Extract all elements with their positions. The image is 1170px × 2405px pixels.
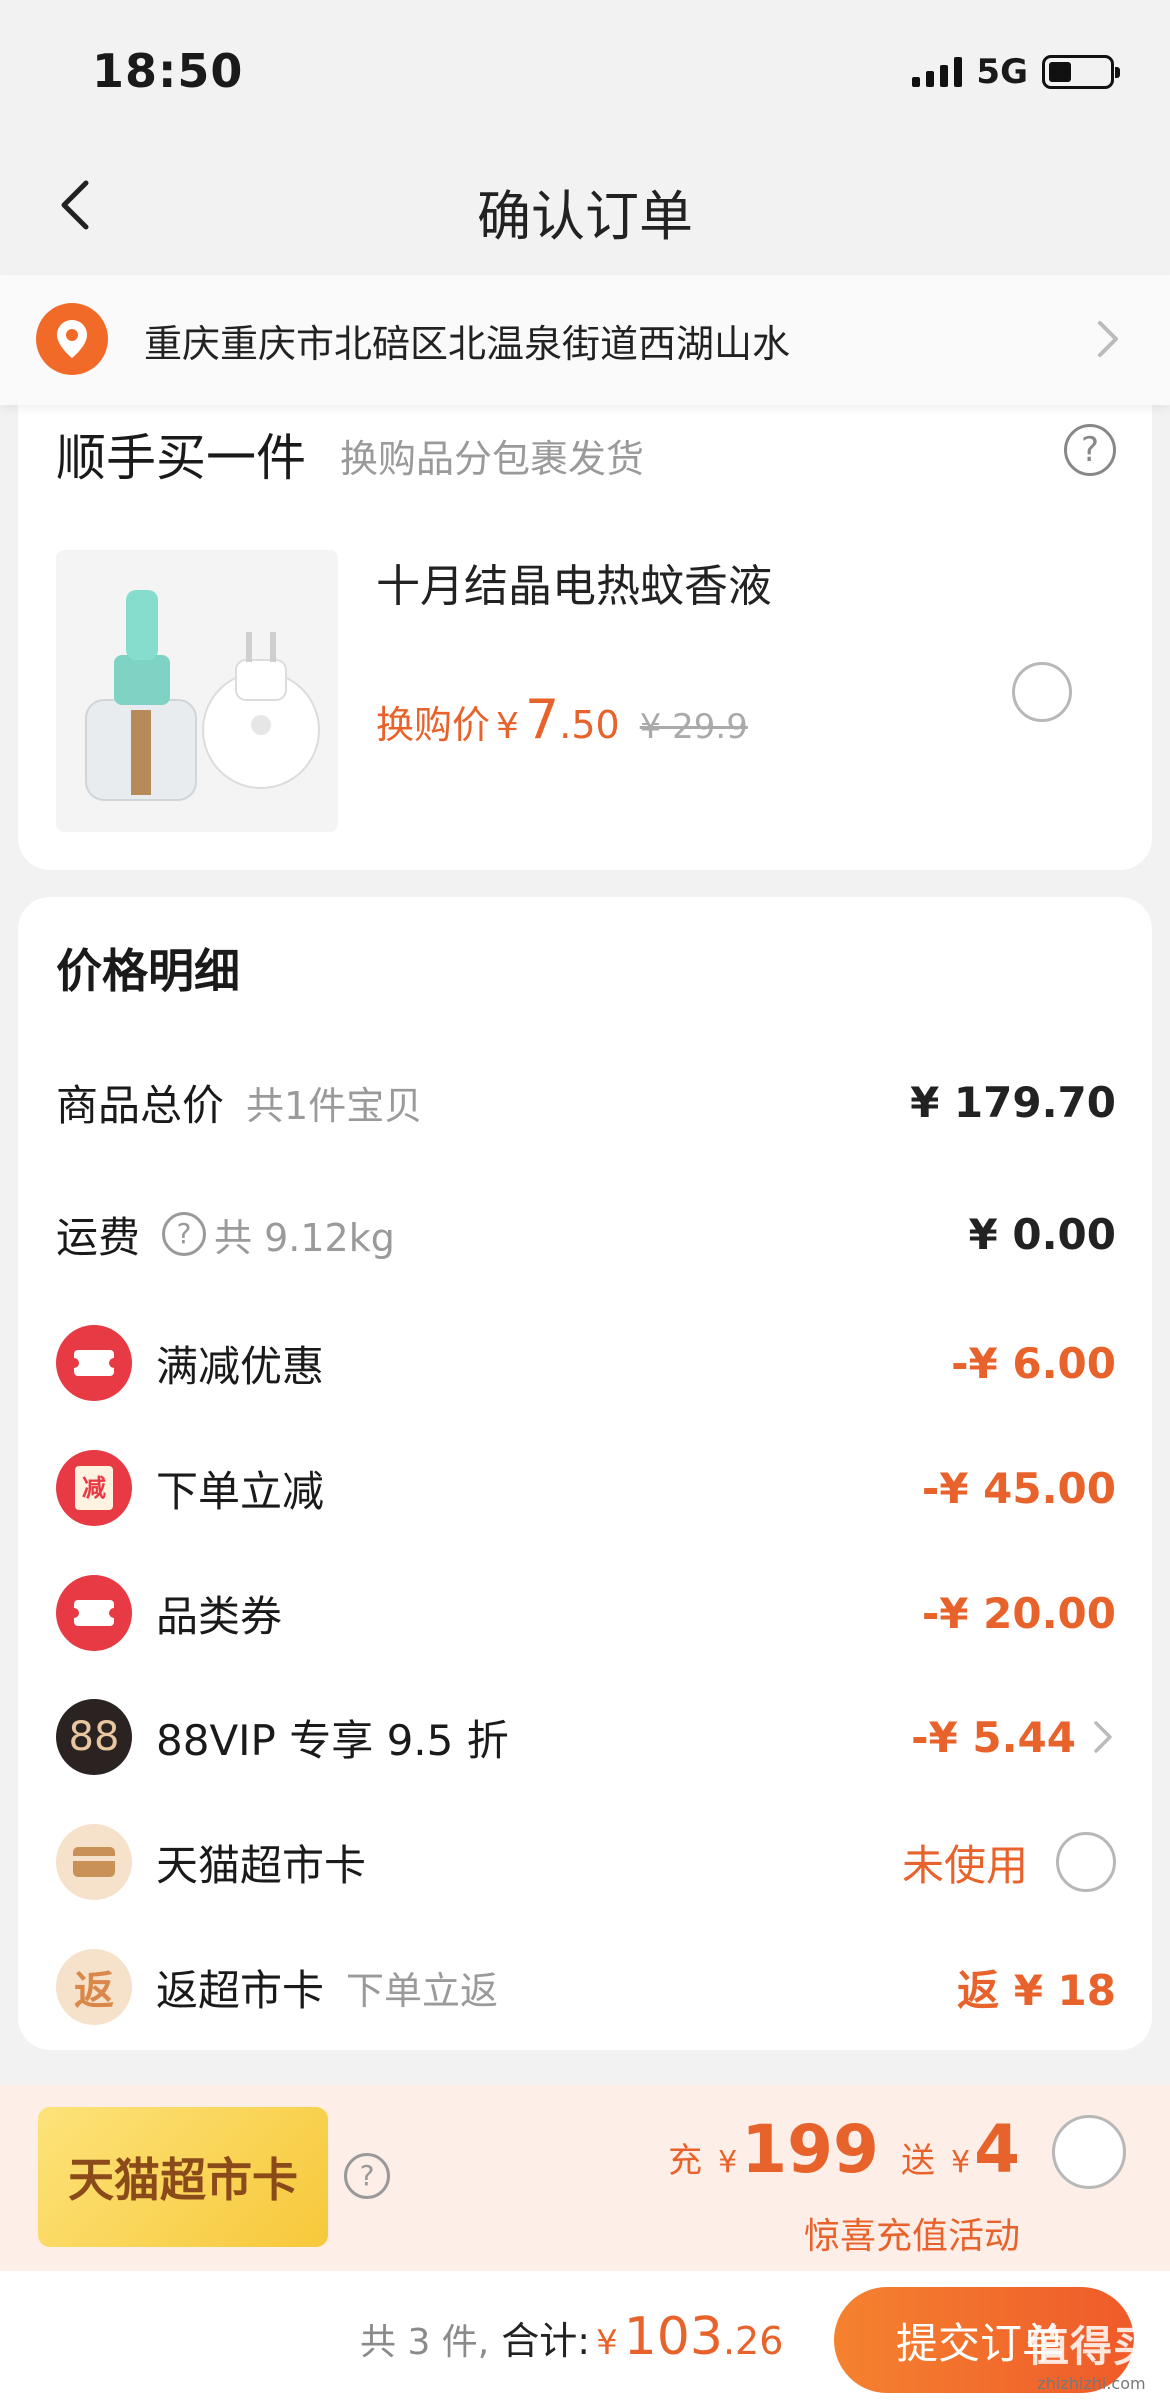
shipping-value: ¥ 0.00	[968, 1209, 1116, 1259]
price-label: 换购价	[376, 703, 491, 747]
checkout-bar: 共 3 件, 合计: ¥ 103 .26 提交订单 值得买 zhizhizhi.…	[0, 2271, 1170, 2405]
price-decimal: .50	[559, 703, 620, 747]
vip-88-icon: 88	[56, 1699, 132, 1775]
tmall-card-status: 未使用	[901, 1840, 1028, 1890]
cashback-row: 返 返超市卡 下单立返 返 ¥ 18	[56, 1947, 1116, 2027]
shipping-row: 运费 ? 共 9.12kg ¥ 0.00	[56, 1194, 1116, 1274]
help-icon[interactable]: ?	[1064, 424, 1116, 476]
product-name[interactable]: 十月结晶电热蚊香液	[376, 550, 772, 614]
goods-total-value: ¥ 179.70	[910, 1077, 1116, 1127]
battery-icon	[1042, 55, 1120, 89]
tmall-card-radio[interactable]	[1056, 1832, 1116, 1892]
category-coupon-value: -¥ 20.00	[921, 1588, 1116, 1638]
delivery-address: 重庆重庆市北碚区北温泉街道西湖山水	[144, 322, 791, 366]
chevron-right-icon	[1090, 317, 1126, 361]
addon-subtitle: 换购品分包裹发货	[340, 437, 645, 481]
addon-title: 顺手买一件	[56, 429, 306, 487]
location-pin-icon	[36, 303, 108, 375]
full-reduction-label: 满减优惠	[156, 1341, 325, 1391]
recharge-select-radio[interactable]	[1052, 2115, 1126, 2189]
tmall-card-badge: 天猫超市卡	[38, 2107, 328, 2247]
price-currency: ¥	[496, 706, 519, 747]
cashback-sub: 下单立返	[346, 1968, 499, 2013]
promo-help-icon[interactable]: ?	[344, 2153, 390, 2199]
tmall-card-label: 天猫超市卡	[156, 1840, 367, 1890]
section-title: 价格明细	[56, 944, 240, 998]
category-coupon-label: 品类券	[156, 1591, 283, 1641]
vip-discount-value: -¥ 5.44	[911, 1712, 1076, 1762]
gift-word: 送	[900, 2141, 935, 2181]
shipping-weight: 共 9.12kg	[214, 1215, 395, 1260]
order-discount-value: -¥ 45.00	[921, 1463, 1116, 1513]
coupon-ticket-icon	[56, 1575, 132, 1651]
shipping-help-icon[interactable]: ?	[162, 1212, 207, 1256]
total-currency: ¥	[596, 2323, 618, 2363]
goods-total-label: 商品总价	[56, 1080, 225, 1130]
recharge-promo-banner: 天猫超市卡 ? 充 ¥ 199 送 ¥ 4 惊喜充值活动	[0, 2085, 1170, 2271]
addon-purchase-card: 顺手买一件 换购品分包裹发货 ? 十月结晶电热蚊香液 换购价 ¥ 7 .50 ¥…	[18, 380, 1152, 870]
status-bar: 18:50 5G	[0, 0, 1170, 140]
total-decimal: .26	[722, 2319, 784, 2363]
total-label: 合计:	[501, 2319, 591, 2363]
recharge-offer: 充 ¥ 199 送 ¥ 4	[668, 2111, 1020, 2188]
tmall-card-row[interactable]: 天猫超市卡 未使用	[56, 1822, 1116, 1902]
order-discount-row: 减 下单立减 -¥ 45.00	[56, 1448, 1116, 1528]
recharge-word: 充	[668, 2141, 703, 2181]
cellular-signal-icon	[912, 57, 963, 87]
order-discount-label: 下单立减	[156, 1466, 325, 1516]
price-detail-card: 价格明细 商品总价 共1件宝贝 ¥ 179.70 运费 ? 共 9.12kg ¥…	[18, 897, 1152, 2050]
shipping-label: 运费	[56, 1212, 141, 1262]
vip-discount-row[interactable]: 88 88VIP 专享 9.5 折 -¥ 5.44	[56, 1697, 1116, 1777]
original-price: ¥ 29.9	[639, 707, 748, 747]
gift-card-icon	[56, 1824, 132, 1900]
goods-count: 共1件宝贝	[246, 1083, 423, 1128]
watermark-logo: 值得买	[1026, 2322, 1156, 2371]
cashback-icon: 返	[56, 1949, 132, 2025]
status-time: 18:50	[92, 44, 244, 98]
category-coupon-row[interactable]: 品类券 -¥ 20.00	[56, 1573, 1116, 1653]
recharge-amount: 199	[741, 2111, 879, 2188]
watermark: 值得买 zhizhizhi.com	[1027, 2313, 1156, 2393]
full-reduction-row: 满减优惠 -¥ 6.00	[56, 1323, 1116, 1403]
item-count: 共 3 件,	[360, 2322, 490, 2363]
vip-discount-label: 88VIP 专享 9.5 折	[156, 1715, 509, 1765]
coupon-ticket-icon	[56, 1325, 132, 1401]
gift-currency: ¥	[950, 2145, 971, 2180]
network-type: 5G	[976, 52, 1028, 92]
order-total: 共 3 件, 合计: ¥ 103 .26	[360, 2307, 783, 2367]
chevron-right-icon	[1090, 1719, 1116, 1755]
goods-total-row: 商品总价 共1件宝贝 ¥ 179.70	[56, 1062, 1116, 1142]
price-integer: 7	[524, 688, 560, 751]
cashback-value: 返 ¥ 18	[957, 1965, 1116, 2015]
status-indicators: 5G	[912, 52, 1120, 92]
watermark-url: zhizhizhi.com	[1037, 2374, 1146, 2393]
page-title: 确认订单	[477, 185, 693, 248]
gift-amount: 4	[974, 2111, 1020, 2188]
address-bar[interactable]: 重庆重庆市北碚区北温泉街道西湖山水	[0, 275, 1170, 405]
promo-subtitle: 惊喜充值活动	[803, 2216, 1020, 2257]
cashback-label: 返超市卡	[156, 1965, 325, 2015]
addon-select-radio[interactable]	[1012, 662, 1072, 722]
full-reduction-value: -¥ 6.00	[951, 1338, 1116, 1388]
addon-price: 换购价 ¥ 7 .50 ¥ 29.9	[376, 688, 748, 751]
product-image[interactable]	[56, 550, 338, 832]
total-integer: 103	[623, 2307, 723, 2367]
nav-bar: 确认订单	[0, 140, 1170, 275]
recharge-currency: ¥	[718, 2145, 738, 2180]
red-envelope-icon: 减	[56, 1450, 132, 1526]
